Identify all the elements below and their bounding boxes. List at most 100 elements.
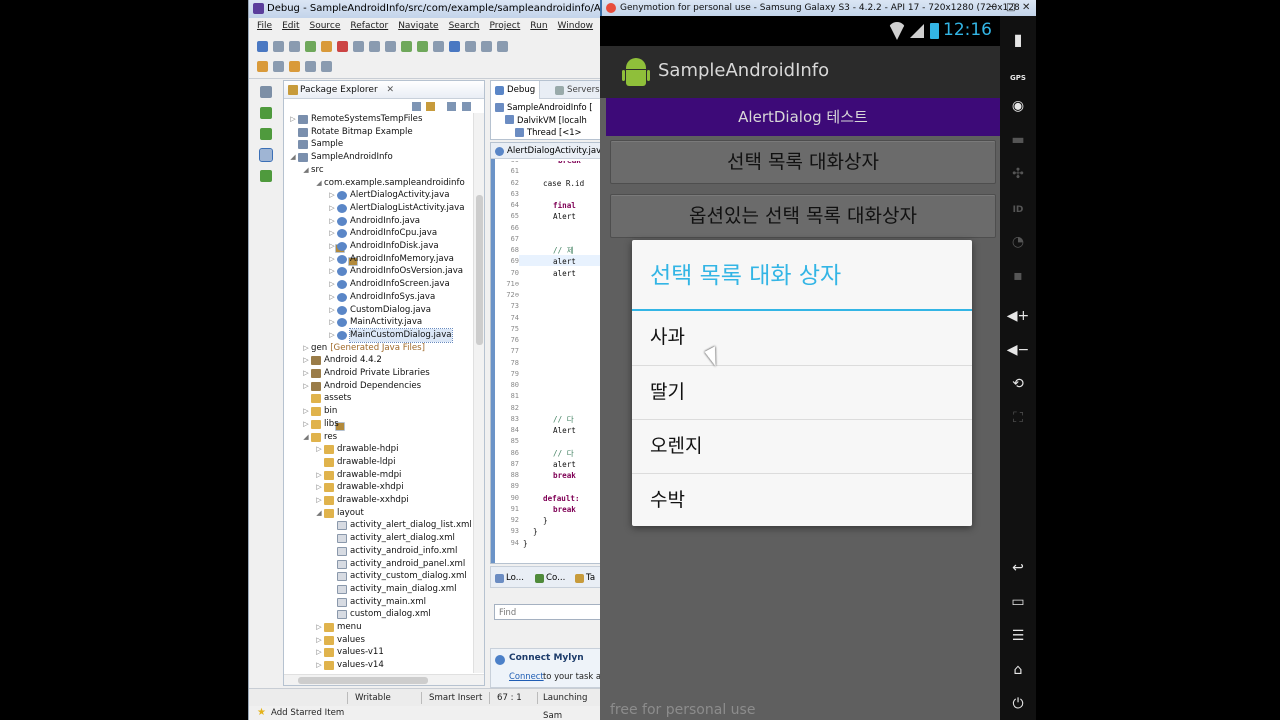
tree-item[interactable]: ▷ AlertDialogListActivity.java <box>327 202 465 215</box>
collapsed-arrow-icon[interactable]: ▷ <box>327 189 337 202</box>
tree-item[interactable]: ◢ com.example.sampleandroidinfo <box>314 177 465 266</box>
forward-icon[interactable] <box>321 61 332 72</box>
recent-apps-icon[interactable]: ⌂ <box>1000 660 1036 680</box>
collapsed-arrow-icon[interactable]: ▷ <box>301 354 311 367</box>
menu-search[interactable]: Search <box>449 18 480 35</box>
tree-item[interactable]: ▷ libs <box>301 418 339 431</box>
back-icon[interactable] <box>305 61 316 72</box>
collapsed-arrow-icon[interactable]: ▷ <box>327 329 337 342</box>
menu-source[interactable]: Source <box>310 18 341 35</box>
battery-widget-icon[interactable]: ▮ <box>1000 30 1036 50</box>
rotate-icon[interactable]: ⟲ <box>1000 374 1036 394</box>
menu-window[interactable]: Window <box>558 18 594 35</box>
code-editor[interactable]: AlertDialogActivity.java 606162636465666… <box>490 142 604 564</box>
restore-icon[interactable] <box>260 86 272 98</box>
find-input[interactable]: Find <box>494 604 602 620</box>
tree-item[interactable]: ◢ src <box>301 164 345 253</box>
dialog-item-apple[interactable]: 사과 <box>632 311 972 364</box>
menu-refactor[interactable]: Refactor <box>350 18 388 35</box>
tab-debug[interactable]: Debug <box>491 81 541 99</box>
tree-item[interactable]: ▷ AndroidInfoCpu.java <box>327 227 437 240</box>
collapsed-arrow-icon[interactable]: ▷ <box>327 202 337 215</box>
starred-bar[interactable]: ★ Add Starred Item <box>249 706 604 720</box>
tree-item[interactable]: activity_main_dialog.xml <box>327 583 457 596</box>
collapsed-arrow-icon[interactable]: ▷ <box>314 469 324 482</box>
minimize-window-icon[interactable]: ─ <box>990 0 996 16</box>
run-icon[interactable] <box>417 41 428 52</box>
tree-item[interactable]: ▷ drawable-hdpi <box>314 443 399 456</box>
debug-tree-item[interactable]: DalvikVM [localh <box>505 114 587 126</box>
collapsed-arrow-icon[interactable]: ▷ <box>314 443 324 456</box>
collapsed-arrow-icon[interactable]: ▷ <box>301 380 311 393</box>
link-editor-icon[interactable] <box>426 102 435 111</box>
tree-item[interactable]: ▷ values <box>314 634 365 647</box>
step-over-icon[interactable] <box>369 41 380 52</box>
resume-icon[interactable] <box>305 41 316 52</box>
tab-editor-file[interactable]: AlertDialogActivity.java <box>491 143 604 159</box>
bottom-tab[interactable]: Lo... <box>506 567 524 589</box>
tree-item[interactable]: ▷ AlertDialogActivity.java <box>327 189 449 202</box>
collapsed-arrow-icon[interactable]: ▷ <box>301 367 311 380</box>
debug-tree-item[interactable]: SampleAndroidInfo [ <box>495 101 593 113</box>
collapsed-arrow-icon[interactable]: ▷ <box>314 646 324 659</box>
collapsed-arrow-icon[interactable]: ▷ <box>327 227 337 240</box>
tab-package-explorer[interactable]: Package Explorer ✕ <box>284 81 484 99</box>
collapsed-arrow-icon[interactable]: ▷ <box>327 291 337 304</box>
bottom-tab[interactable]: Ta <box>586 567 595 589</box>
android-view-icon[interactable] <box>260 170 272 182</box>
tree-item[interactable]: ▷ Android Dependencies <box>301 380 421 393</box>
home-icon[interactable]: ▭ <box>1000 592 1036 612</box>
last-edit-icon[interactable] <box>289 61 300 72</box>
suspend-icon[interactable] <box>321 41 332 52</box>
tree-item[interactable]: ◢ layout <box>314 507 364 520</box>
collapsed-arrow-icon[interactable]: ▷ <box>327 304 337 317</box>
scrollbar-thumb[interactable] <box>298 677 428 684</box>
select-list-dialog-button[interactable]: 선택 목록 대화상자 <box>610 140 996 184</box>
collapsed-arrow-icon[interactable]: ▷ <box>314 621 324 634</box>
tree-item[interactable]: Sample <box>288 138 343 151</box>
menu-run[interactable]: Run <box>530 18 547 35</box>
menu-edit[interactable]: Edit <box>282 18 299 35</box>
tree-item[interactable]: ▷ MainActivity.java <box>327 316 422 329</box>
expanded-arrow-icon[interactable]: ◢ <box>288 151 298 164</box>
menu-project[interactable]: Project <box>489 18 520 35</box>
tree-item[interactable]: ▷ gen [Generated Java Files] <box>301 342 425 431</box>
view-menu-icon[interactable] <box>447 102 456 111</box>
mylyn-connect-link[interactable]: Connect <box>509 671 544 681</box>
avd-icon[interactable] <box>465 41 476 52</box>
dpad-widget-icon[interactable]: ✣ <box>1000 164 1036 184</box>
collapsed-arrow-icon[interactable]: ▷ <box>314 481 324 494</box>
collapse-all-icon[interactable] <box>412 102 421 111</box>
tree-item[interactable]: ▷ AndroidInfoOsVersion.java <box>327 265 463 278</box>
tree-item[interactable]: assets <box>301 392 351 405</box>
tree-item[interactable]: ▷ Android 4.4.2 <box>301 354 382 367</box>
tree-item[interactable]: ▷ AndroidInfoMemory.java <box>327 253 454 266</box>
gps-widget-icon[interactable]: GPS <box>1000 68 1036 88</box>
tree-item[interactable]: ▷ AndroidInfoDisk.java <box>327 240 439 253</box>
tree-item[interactable]: activity_alert_dialog.xml <box>327 532 455 545</box>
tree-item[interactable]: ▷ MainCustomDialog.java <box>327 327 453 343</box>
tree-item[interactable]: ▷ drawable-xhdpi <box>314 481 404 494</box>
tree-item[interactable]: ◢ res <box>301 431 337 444</box>
maximize-window-icon[interactable]: □ <box>1006 0 1015 16</box>
terminate-icon[interactable] <box>337 41 348 52</box>
step-return-icon[interactable] <box>385 41 396 52</box>
tree-item[interactable]: ▷ RemoteSystemsTempFiles <box>288 113 422 126</box>
minimize-icon[interactable] <box>462 102 471 111</box>
tree-item[interactable]: activity_main.xml <box>327 596 426 609</box>
android-screen[interactable]: 12:16 SampleAndroidInfo AlertDialog 테스트 … <box>600 16 1000 720</box>
tree-item[interactable]: ▷ bin <box>301 405 337 418</box>
debug-tree-item[interactable]: Thread [<1> <box>515 126 582 138</box>
new-icon[interactable] <box>257 41 268 52</box>
collapsed-arrow-icon[interactable]: ▷ <box>327 240 337 253</box>
expanded-arrow-icon[interactable]: ◢ <box>314 507 324 520</box>
menu-icon[interactable]: ☰ <box>1000 626 1036 646</box>
sms-widget-icon[interactable]: ▪ <box>1000 266 1036 286</box>
collapsed-arrow-icon[interactable]: ▷ <box>327 265 337 278</box>
collapsed-arrow-icon[interactable]: ▷ <box>327 316 337 329</box>
tree-item[interactable]: ◢ SampleAndroidInfo <box>288 151 393 164</box>
variables-icon[interactable] <box>260 107 272 119</box>
tree-item[interactable]: ▷ values-v14 <box>314 659 384 672</box>
network-widget-icon[interactable]: ◔ <box>1000 232 1036 252</box>
scrollbar-thumb[interactable] <box>476 195 483 345</box>
